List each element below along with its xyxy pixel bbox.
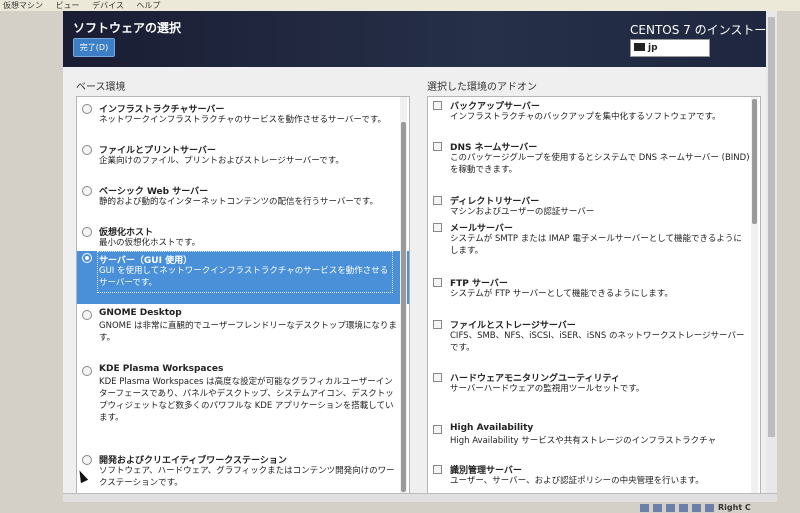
checkbox[interactable] xyxy=(433,278,442,287)
vm-status-bar: Right C xyxy=(0,502,800,513)
base-env-item[interactable]: 仮想化ホスト 最小の仮想化ホストです。 xyxy=(77,225,409,251)
radio-button[interactable] xyxy=(82,455,92,465)
host-key-label: Right C xyxy=(718,503,751,512)
page-title: ソフトウェアの選択 xyxy=(73,21,182,35)
checkbox[interactable] xyxy=(433,425,442,434)
item-description: GNOME は非常に直観的でユーザーフレンドリーなデスクトップ環境になります。 xyxy=(99,321,397,343)
vm-menu-help[interactable]: ヘルプ xyxy=(136,1,160,10)
item-name: High Availability xyxy=(450,423,534,433)
addon-item[interactable]: High Availability High Availability サービス… xyxy=(428,423,760,457)
item-description: このパッケージグループを使用するとシステムで DNS ネームサーバー (BIND… xyxy=(450,153,750,175)
vm-menu-view[interactable]: ビュー xyxy=(56,1,80,10)
item-description: GUI を使用してネットワークインフラストラクチャのサービスを動作させるサーバー… xyxy=(99,266,389,288)
radio-button[interactable] xyxy=(82,366,92,376)
mouse-icon xyxy=(705,503,714,512)
base-env-item[interactable]: ファイルとプリントサーバー 企業向けのファイル、プリントおよびストレージサーバー… xyxy=(77,143,409,183)
addon-item[interactable]: 識別管理サーバー ユーザー、サーバー、および認証ポリシーの中央管理を行います。 xyxy=(428,463,760,493)
addon-item[interactable]: FTP サーバー システムが FTP サーバーとして機能できるようにします。 xyxy=(428,276,760,316)
item-description: システムが SMTP または IMAP 電子メールサーバーとして機能できるように… xyxy=(450,234,742,256)
addons-list-scrollbar[interactable] xyxy=(751,97,758,493)
scrollbar-thumb[interactable] xyxy=(752,99,757,224)
addon-item[interactable]: バックアップサーバー インフラストラクチャのバックアップを集中化するソフトウェア… xyxy=(428,99,760,139)
vm-menu-machine[interactable]: 仮想マシン xyxy=(3,1,43,10)
radio-button-selected[interactable] xyxy=(82,253,92,263)
keyboard-icon xyxy=(634,42,645,51)
item-description: 最小の仮想化ホストです。 xyxy=(99,238,201,248)
item-description: ソフトウェア、ハードウェア、グラフィックまたはコンテンツ開発向けのワークステーシ… xyxy=(99,466,395,488)
checkbox[interactable] xyxy=(433,223,442,232)
display-icon xyxy=(692,503,701,512)
base-env-item[interactable]: インフラストラクチャサーバー ネットワークインフラストラクチャのサービスを動作さ… xyxy=(77,102,409,142)
cd-icon xyxy=(653,503,662,512)
radio-button[interactable] xyxy=(82,104,92,114)
vm-menu-devices[interactable]: デバイス xyxy=(92,1,124,10)
item-description: 企業向けのファイル、プリントおよびストレージサーバーです。 xyxy=(99,156,344,166)
item-description: ネットワークインフラストラクチャのサービスを動作させるサーバーです。 xyxy=(99,115,387,125)
base-environment-label: ベース環境 xyxy=(76,82,126,93)
usb-icon xyxy=(666,503,675,512)
installer-header: ソフトウェアの選択 完了(D) CENTOS 7 のインストール jp xyxy=(63,11,766,67)
checkbox[interactable] xyxy=(433,142,442,151)
checkbox[interactable] xyxy=(433,196,442,205)
item-name: KDE Plasma Workspaces xyxy=(99,364,224,374)
radio-button[interactable] xyxy=(82,186,92,196)
radio-button[interactable] xyxy=(82,145,92,155)
addon-item[interactable]: ディレクトリサーバー マシンおよびユーザーの認証サーバー xyxy=(428,194,760,220)
item-description: サーバーハードウェアの監視用ツールセットです。 xyxy=(450,384,645,394)
keyboard-layout-indicator[interactable]: jp xyxy=(630,39,710,57)
item-description: KDE Plasma Workspaces は高度な設定が可能なグラフィカルユー… xyxy=(99,377,394,423)
item-description: High Availability サービスや共有ストレージのインフラストラクチ… xyxy=(450,436,717,446)
scrollbar-thumb[interactable] xyxy=(768,17,775,437)
addon-item[interactable]: DNS ネームサーバー このパッケージグループを使用するとシステムで DNS ネ… xyxy=(428,140,760,190)
hdd-icon xyxy=(640,503,649,512)
base-list-scrollbar[interactable] xyxy=(400,97,407,493)
base-env-item[interactable]: 開発およびクリエイティブワークステーション ソフトウェア、ハードウェア、グラフィ… xyxy=(77,453,409,493)
base-env-item[interactable]: ベーシック Web サーバー 静的および動的なインターネットコンテンツの配信を行… xyxy=(77,184,409,224)
checkbox[interactable] xyxy=(433,101,442,110)
item-description: マシンおよびユーザーの認証サーバー xyxy=(450,207,595,217)
radio-button[interactable] xyxy=(82,227,92,237)
scrollbar-thumb[interactable] xyxy=(401,122,406,492)
base-env-item[interactable]: KDE Plasma Workspaces KDE Plasma Workspa… xyxy=(77,364,409,448)
status-tray: Right C xyxy=(640,503,751,512)
done-button[interactable]: 完了(D) xyxy=(73,38,115,57)
install-title: CENTOS 7 のインストール xyxy=(630,23,766,37)
item-description: CIFS、SMB、NFS、iSCSI、iSER、iSNS のネットワークストレー… xyxy=(450,331,745,353)
radio-button[interactable] xyxy=(82,310,92,320)
addon-item[interactable]: ハードウェアモニタリングユーティリティ サーバーハードウェアの監視用ツールセット… xyxy=(428,371,760,411)
addons-label: 選択した環境のアドオン xyxy=(427,82,537,93)
item-description: インフラストラクチャのバックアップを集中化するソフトウェアです。 xyxy=(450,112,721,122)
addons-list: バックアップサーバー インフラストラクチャのバックアップを集中化するソフトウェア… xyxy=(427,96,761,493)
item-name: GNOME Desktop xyxy=(99,308,182,318)
item-description: システムが FTP サーバーとして機能できるようにします。 xyxy=(450,289,673,299)
base-env-item-selected[interactable]: サーバー（GUI 使用） GUI を使用してネットワークインフラストラクチャのサ… xyxy=(77,251,409,304)
base-env-item[interactable]: GNOME Desktop GNOME は非常に直観的でユーザーフレンドリーなデ… xyxy=(77,308,409,358)
checkbox[interactable] xyxy=(433,320,442,329)
keyboard-layout-label: jp xyxy=(648,43,658,53)
checkbox[interactable] xyxy=(433,373,442,382)
vm-vertical-scrollbar[interactable] xyxy=(766,11,777,493)
addon-item[interactable]: ファイルとストレージサーバー CIFS、SMB、NFS、iSCSI、iSER、i… xyxy=(428,318,760,368)
addon-item[interactable]: メールサーバー システムが SMTP または IMAP 電子メールサーバーとして… xyxy=(428,221,760,271)
base-environment-list: インフラストラクチャサーバー ネットワークインフラストラクチャのサービスを動作さ… xyxy=(76,96,410,493)
installer-screen: ソフトウェアの選択 完了(D) CENTOS 7 のインストール jp ベース環… xyxy=(63,11,766,493)
item-description: 静的および動的なインターネットコンテンツの配信を行うサーバーです。 xyxy=(99,197,379,207)
network-icon xyxy=(679,503,688,512)
vm-menubar: 仮想マシン ビュー デバイス ヘルプ xyxy=(0,0,800,11)
item-description: ユーザー、サーバー、および認証ポリシーの中央管理を行います。 xyxy=(450,476,704,486)
checkbox[interactable] xyxy=(433,465,442,474)
